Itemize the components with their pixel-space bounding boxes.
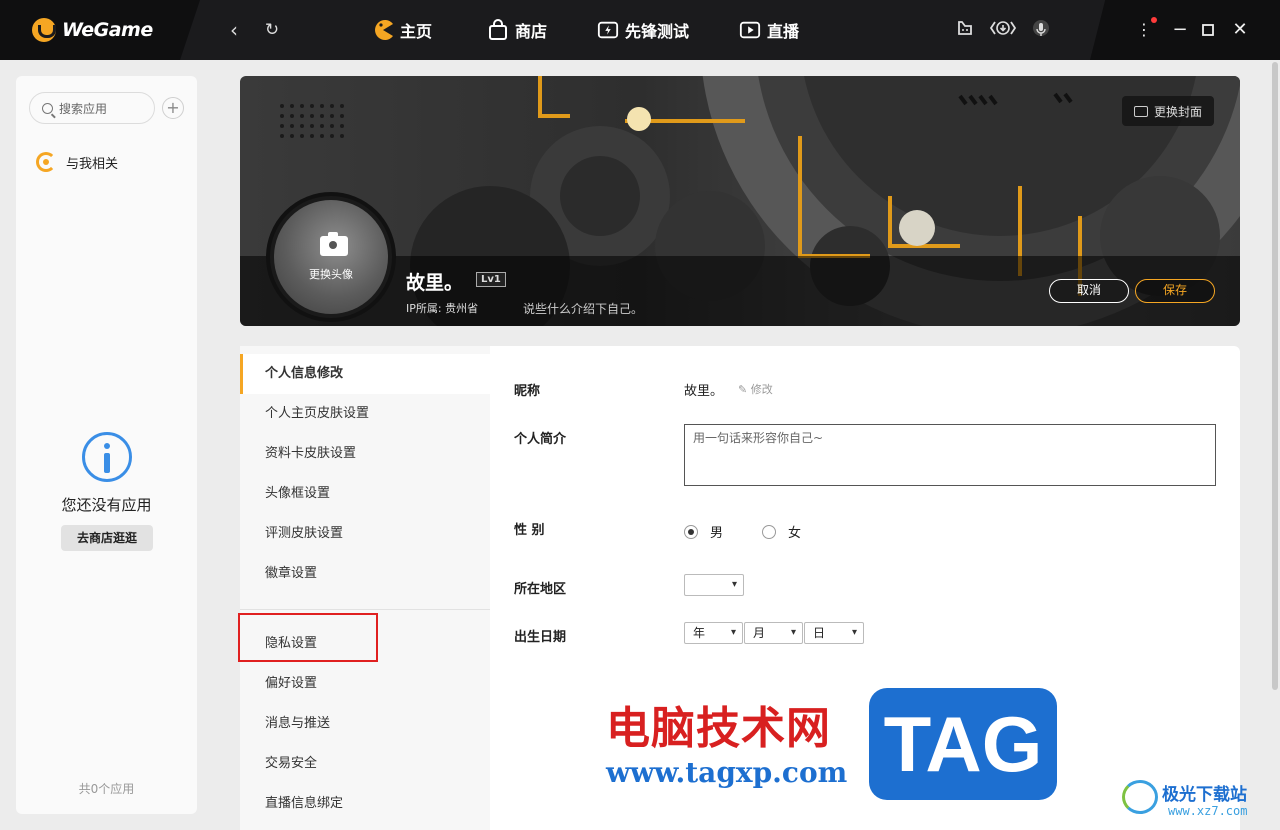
gender-male-label: 男 [710,526,724,541]
region-label: 所在地区 [514,582,567,597]
menu-item-avatar-frame[interactable]: 头像框设置 [240,474,490,514]
watermark2-url: www.xz7.com [1168,804,1248,818]
sidebar: 搜索应用 + 与我相关 您还没有应用 去商店逛逛 共0个应用 [16,76,197,814]
bag-icon [487,19,509,41]
bio-textarea[interactable]: 用一句话来形容你自己~ [684,424,1216,486]
menu-item-profile-edit[interactable]: 个人信息修改 [240,354,490,394]
close-icon[interactable]: ✕ [1228,18,1252,42]
birth-year-select[interactable]: 年 [684,622,743,644]
image-icon [1133,105,1148,117]
tab-home-label: 主页 [400,22,433,41]
flash-icon [597,19,619,41]
change-cover-label: 更换封面 [1153,104,1202,119]
menu-item-notifications[interactable]: 消息与推送 [240,704,490,744]
change-avatar-label: 更换头像 [309,268,353,281]
tab-store-label: 商店 [515,22,548,41]
radio-checked-icon [684,524,698,539]
gender-female-label: 女 [788,526,802,541]
watermark-url: www.tagxp.com [606,756,848,789]
menu-item-review-skin[interactable]: 评测皮肤设置 [240,514,490,554]
info-icon [82,432,132,482]
page-scrollbar[interactable] [1272,62,1278,690]
edit-label: 修改 [750,383,773,396]
edit-nickname-link[interactable]: ✎ 修改 [738,381,773,397]
wegame-logo-icon [32,18,56,42]
tab-live-label: 直播 [767,22,800,41]
birth-month-select[interactable]: 月 [744,622,803,644]
menu-item-trade-security[interactable]: 交易安全 [240,744,490,784]
empty-apps-text: 您还没有应用 [61,496,152,514]
maximize-icon[interactable] [1196,18,1220,42]
search-placeholder: 搜索应用 [59,101,108,116]
tab-live[interactable]: 直播 [739,16,799,44]
voice-icon[interactable] [1028,18,1054,42]
add-app-button[interactable]: + [162,97,184,119]
logo-text: WeGame [62,19,153,41]
gender-label: 性 别 [514,523,545,538]
menu-item-card-skin[interactable]: 资料卡皮肤设置 [240,434,490,474]
pacman-icon [372,19,394,41]
save-button[interactable]: 保存 [1135,279,1215,303]
sidebar-item-related-label: 与我相关 [66,156,119,172]
birthday-label: 出生日期 [514,630,567,645]
nickname-label: 昵称 [514,384,541,399]
tab-home[interactable]: 主页 [372,16,432,44]
top-bar: WeGame ‹ ↻ 主页 商店 先锋测试 直播 ⋮ − ✕ [0,0,1280,60]
search-icon [42,102,53,114]
gender-female-radio[interactable]: 女 [762,522,801,541]
level-badge: Lv1 [476,272,506,287]
refresh-icon[interactable]: ↻ [260,18,284,42]
logo[interactable]: WeGame [0,0,200,60]
radio-unchecked-icon [762,524,776,539]
pencil-icon: ✎ [738,383,748,396]
sidebar-item-related[interactable]: 与我相关 [36,152,118,172]
app-count: 共0个应用 [78,782,135,796]
menu-divider [240,609,490,610]
menu-item-badge[interactable]: 徽章设置 [240,554,490,594]
tab-vanguard-test[interactable]: 先锋测试 [597,16,689,44]
intro-placeholder[interactable]: 说些什么介绍下自己。 [523,300,643,317]
gender-male-radio[interactable]: 男 [684,522,723,541]
watermark2-text: 极光下载站 [1162,785,1247,805]
menu-item-live-binding[interactable]: 直播信息绑定 [240,784,490,824]
go-to-store-button[interactable]: 去商店逛逛 [61,525,153,551]
ip-location: IP所属: 贵州省 [406,302,479,315]
nickname-value: 故里。 [684,384,724,399]
change-cover-button[interactable]: 更换封面 [1121,96,1214,126]
privacy-highlight-box [238,613,378,662]
cancel-button[interactable]: 取消 [1049,279,1129,303]
menu-item-homepage-skin[interactable]: 个人主页皮肤设置 [240,394,490,434]
tab-store[interactable]: 商店 [487,16,547,44]
watermark-tag-logo: TAG [869,688,1057,800]
bio-label: 个人简介 [514,432,567,447]
chevron-left-icon[interactable]: ‹ [222,18,246,42]
download-icon[interactable] [988,18,1018,42]
minimize-icon[interactable]: − [1168,18,1192,42]
tab-vanguard-test-label: 先锋测试 [625,22,690,41]
region-select[interactable] [684,574,744,596]
search-input[interactable]: 搜索应用 [29,92,155,124]
menu-item-preferences[interactable]: 偏好设置 [240,664,490,704]
watermark-text: 电脑技术网 [606,703,831,754]
profile-form: 昵称 故里。 ✎ 修改 个人简介 用一句话来形容你自己~ 性 别 男 女 所在地… [490,346,1240,830]
avatar-image [274,200,388,314]
notification-dot [1151,17,1157,23]
profile-banner: 更换封面 更换头像 故里。 Lv1 IP所属: 贵州省 说些什么介绍下自己。 取… [240,76,1240,326]
play-icon [739,19,761,41]
related-icon [36,152,56,172]
camera-icon [320,232,348,256]
xz7-logo-icon [1122,780,1158,814]
profile-nickname: 故里。 [406,272,464,294]
avatar[interactable]: 更换头像 [266,192,396,322]
settings-menu: 个人信息修改 个人主页皮肤设置 资料卡皮肤设置 头像框设置 评测皮肤设置 徽章设… [240,346,490,830]
birth-day-select[interactable]: 日 [804,622,864,644]
chat-bot-icon[interactable] [952,18,978,42]
